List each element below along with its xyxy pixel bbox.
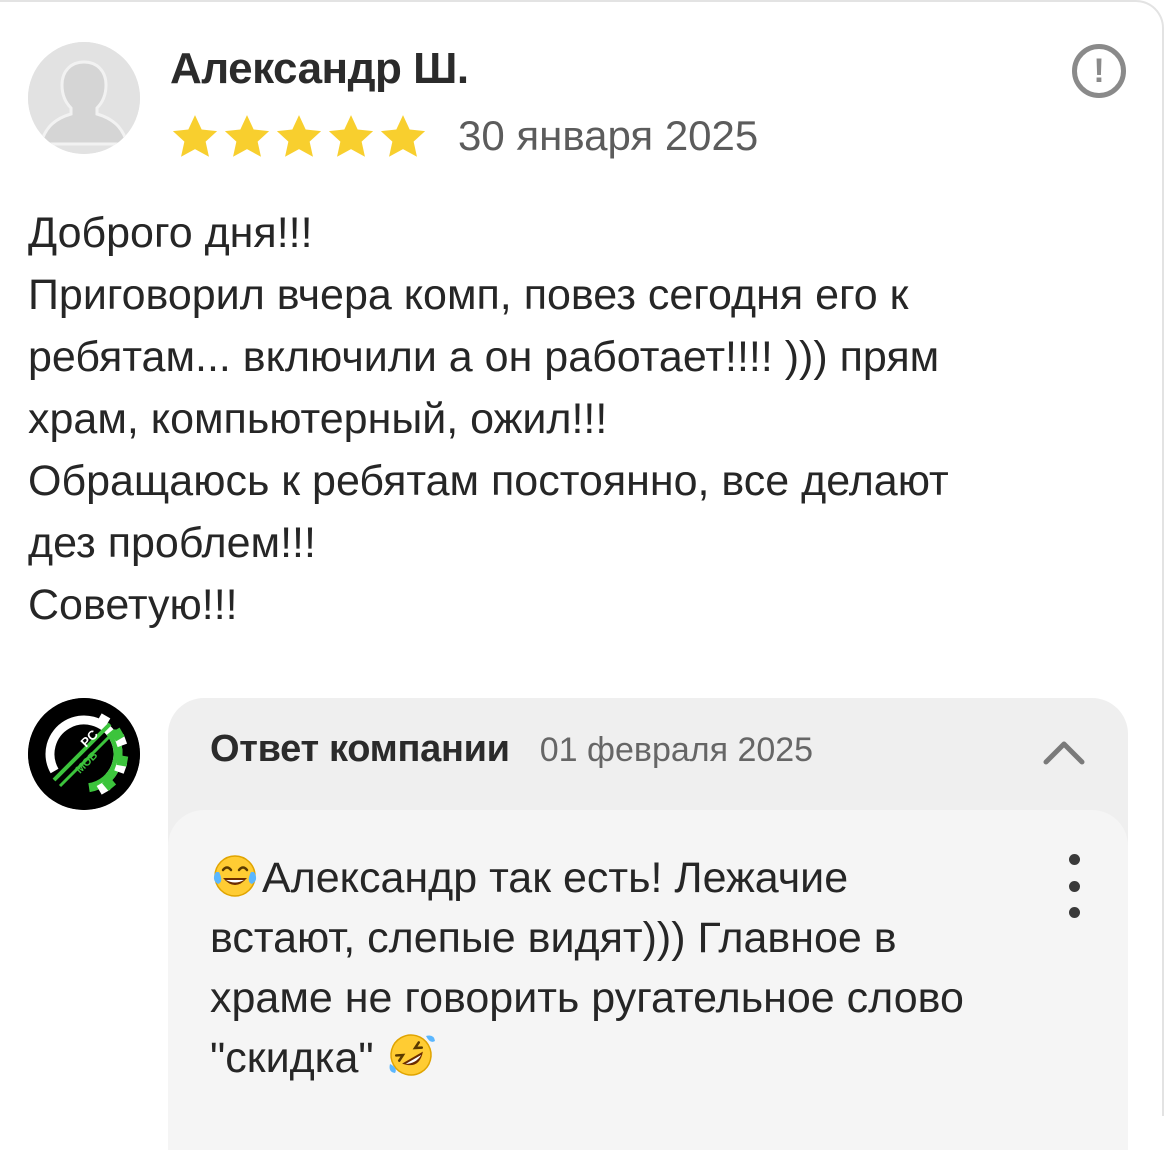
review-text-line: Обращаюсь к ребятам постоянно, все делаю…: [28, 457, 949, 505]
reply-text: Александр так есть! Лежачие встают, слеп…: [210, 848, 1030, 1088]
reply-body: Александр так есть! Лежачие встают, слеп…: [168, 810, 1128, 1150]
reply-text-line-content: Александр так есть! Лежачие: [262, 854, 849, 902]
reply-date: 01 февраля 2025: [539, 731, 814, 769]
author-name[interactable]: Александр Ш.: [170, 44, 469, 94]
review-text-line: ребятам... включили а он работает!!!! ))…: [28, 333, 940, 381]
reply-text-line: "скидка": [210, 1028, 1030, 1088]
gear-logo-icon: PC MOB: [28, 698, 140, 810]
exclamation-icon: !: [1093, 51, 1105, 90]
user-silhouette-icon: [28, 42, 140, 154]
star-icon: [172, 115, 218, 157]
star-icon: [380, 115, 426, 157]
company-reply: Ответ компании 01 февраля 2025 Александр…: [168, 698, 1128, 1150]
review-text: Доброго дня!!! Приговорил вчера комп, по…: [28, 202, 1138, 636]
rating-stars: [170, 112, 428, 162]
star-icon: [276, 115, 322, 157]
reply-text-line-content: "скидка": [210, 1034, 374, 1082]
reply-menu-button[interactable]: [1056, 854, 1092, 918]
reply-header: Ответ компании 01 февраля 2025: [210, 728, 813, 784]
review-text-line: дез проблем!!!: [28, 519, 316, 567]
review-text-line: Советую!!!: [28, 581, 238, 629]
review-text-line: Доброго дня!!!: [28, 209, 313, 257]
chevron-up-icon: [1043, 741, 1085, 765]
reply-text-line: храме не говорить ругательное слово: [210, 974, 964, 1022]
review-card: Александр Ш. 30 января 2025 ! Доброго дн…: [0, 0, 1164, 1150]
menu-dot: [1068, 880, 1080, 892]
review-date: 30 января 2025: [458, 112, 759, 159]
user-avatar[interactable]: [28, 42, 140, 154]
collapse-reply-button[interactable]: [1036, 732, 1092, 772]
report-button[interactable]: !: [1072, 44, 1126, 98]
reply-title: Ответ компании: [210, 728, 510, 770]
review-text-line: храм, компьютерный, ожил!!!: [28, 395, 608, 443]
star-icon: [328, 115, 374, 157]
rofl-emoji-icon: [389, 1034, 435, 1076]
reply-text-line: Александр так есть! Лежачие: [210, 848, 1030, 908]
company-logo[interactable]: PC MOB: [28, 698, 140, 810]
tears-of-joy-emoji-icon: [213, 855, 257, 897]
menu-dot: [1068, 854, 1080, 865]
reply-text-line: встают, слепые видят))) Главное в: [210, 914, 897, 962]
menu-dot: [1068, 907, 1080, 918]
review-text-line: Приговорил вчера комп, повез сегодня его…: [28, 271, 909, 319]
star-icon: [224, 115, 270, 157]
